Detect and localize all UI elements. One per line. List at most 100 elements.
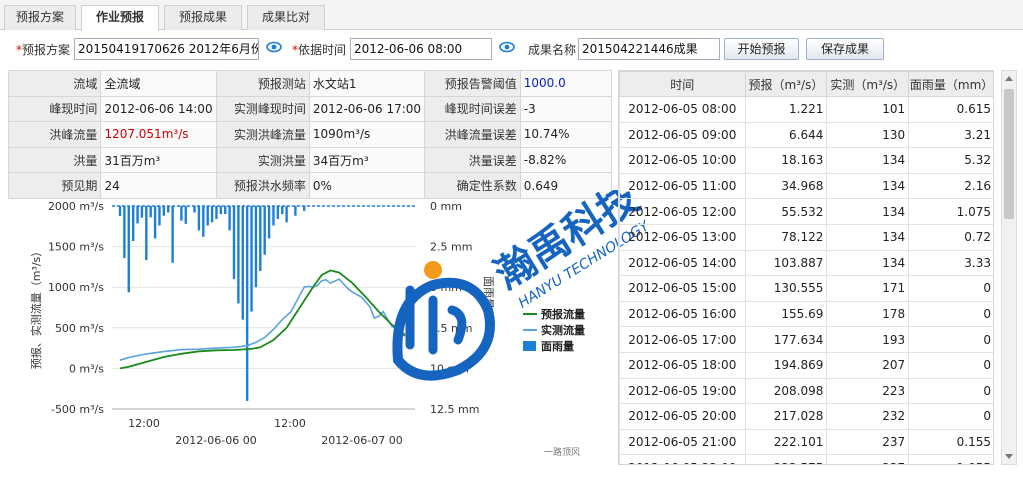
summary-value: 34百万m³ xyxy=(308,146,426,174)
rain-bar xyxy=(167,206,170,213)
summary-key: 洪量误差 xyxy=(424,146,521,174)
table-row[interactable]: 2012-06-05 21:00 222.101 237 0.155 xyxy=(619,428,993,456)
rain-bar xyxy=(210,206,214,223)
scroll-down-icon[interactable] xyxy=(1005,454,1013,459)
rain-bar xyxy=(245,206,249,401)
tab-forecast-scheme[interactable]: 预报方案 xyxy=(4,5,76,30)
table-cell: 55.532 xyxy=(744,198,828,225)
table-cell: 237 xyxy=(826,454,910,464)
table-cell: 2.16 xyxy=(908,172,993,200)
rain-bar xyxy=(232,206,236,280)
grid-header-cell[interactable]: 面雨量（mm） xyxy=(908,71,993,97)
table-cell: 134 xyxy=(826,172,910,200)
table-row[interactable]: 2012-06-05 20:00 217.028 232 0 xyxy=(619,403,993,430)
rain-bar xyxy=(276,206,280,219)
time-label: *依据时间 xyxy=(292,43,347,57)
table-cell: 2012-06-05 10:00 xyxy=(619,147,746,174)
summary-value: 2012-06-06 14:00 xyxy=(100,95,217,123)
save-result-button[interactable]: 保存成果 xyxy=(806,38,884,60)
table-cell: 2012-06-05 12:00 xyxy=(619,198,746,225)
table-row[interactable]: 2012-06-05 08:00 1.221 101 0.615 xyxy=(619,96,993,123)
summary-row: 流域 全流域 预报测站 水文站1 预报告警阈值 1000.0 xyxy=(7,70,613,97)
table-cell: 1.055 xyxy=(908,454,993,464)
table-cell: 101 xyxy=(826,96,910,123)
table-cell: 0.615 xyxy=(908,96,993,123)
table-cell: 6.644 xyxy=(744,121,828,149)
tab-result-comparison[interactable]: 成果比对 xyxy=(247,5,325,30)
scroll-thumb[interactable] xyxy=(1004,89,1014,219)
table-cell: 2012-06-05 18:00 xyxy=(619,351,746,379)
rain-bar xyxy=(241,206,244,320)
y-tick-label: 2000 m³/s xyxy=(48,200,104,213)
rain-bar xyxy=(224,206,227,215)
summary-value: 2012-06-06 17:00 xyxy=(308,95,426,123)
table-row[interactable]: 2012-06-05 14:00 103.887 134 3.33 xyxy=(619,249,993,277)
rain-bar xyxy=(285,206,288,223)
time-input[interactable]: 2012-06-06 08:00 xyxy=(350,38,492,60)
eye-icon[interactable] xyxy=(266,39,282,55)
eye-icon[interactable] xyxy=(499,39,515,55)
table-row[interactable]: 2012-06-05 17:00 177.634 193 0 xyxy=(619,326,993,353)
table-row[interactable]: 2012-06-05 16:00 155.69 178 0 xyxy=(619,300,993,328)
summary-key: 峰现时间 xyxy=(7,95,102,123)
table-row[interactable]: 2012-06-05 09:00 6.644 130 3.21 xyxy=(619,121,993,149)
tab-bar: 预报方案 作业预报 预报成果 成果比对 xyxy=(0,0,1023,31)
table-row[interactable]: 2012-06-05 11:00 34.968 134 2.16 xyxy=(619,172,993,200)
table-cell: 222.101 xyxy=(744,428,828,456)
table-cell: 0 xyxy=(908,275,993,302)
table-row[interactable]: 2012-06-05 22:00223.5752371.055 xyxy=(619,454,993,464)
scheme-select[interactable]: 20150419170626 2012年6月份洪 xyxy=(74,38,259,60)
forecast-data-grid[interactable]: 时间 预报（m³/s） 实测（m³/s） 面雨量（mm） 2012-06-05 08:… xyxy=(618,70,994,465)
summary-key: 流域 xyxy=(7,70,102,97)
grid-header-cell[interactable]: 时间 xyxy=(619,71,746,97)
result-name-input[interactable]: 201504221446成果 xyxy=(578,38,720,60)
rain-bar xyxy=(197,206,201,231)
rain-bar xyxy=(140,206,144,218)
scheme-label: *预报方案 xyxy=(16,43,71,57)
table-cell: 207 xyxy=(826,351,910,379)
tab-operational-forecast[interactable]: 作业预报 xyxy=(81,5,159,31)
summary-key: 预报测站 xyxy=(215,70,310,97)
summary-key: 实测峰现时间 xyxy=(215,95,310,123)
summary-key: 峰现时间误差 xyxy=(424,95,521,123)
table-cell: 0 xyxy=(908,326,993,353)
grid-header-cell[interactable]: 实测（m³/s） xyxy=(826,71,910,97)
grid-scrollbar[interactable] xyxy=(1001,70,1017,465)
tab-forecast-results[interactable]: 预报成果 xyxy=(164,5,242,30)
table-row[interactable]: 2012-06-05 13:00 78.122 134 0.72 xyxy=(619,223,993,251)
grid-header-cell[interactable]: 预报（m³/s） xyxy=(744,71,828,97)
table-cell: 1.221 xyxy=(744,96,828,123)
start-forecast-button[interactable]: 开始预报 xyxy=(724,38,799,60)
rain-bar xyxy=(171,206,174,263)
table-cell: 5.32 xyxy=(908,147,993,174)
table-cell: 134 xyxy=(826,198,910,225)
summary-value: -8.82% xyxy=(519,146,613,174)
table-cell: 0.72 xyxy=(908,223,993,251)
table-cell: 2012-06-05 19:00 xyxy=(619,377,746,405)
rain-bar xyxy=(184,206,187,224)
table-cell: 2012-06-05 21:00 xyxy=(619,428,746,456)
table-cell: 130 xyxy=(826,121,910,149)
y-tick-label: 1500 m³/s xyxy=(48,241,104,254)
table-row[interactable]: 2012-06-05 15:00 130.555 171 0 xyxy=(619,275,993,302)
table-cell: 130.555 xyxy=(744,275,828,302)
table-row[interactable]: 2012-06-05 18:00 194.869 207 0 xyxy=(619,351,993,379)
table-cell: 0.155 xyxy=(908,428,993,456)
y-tick-label: 0 m³/s xyxy=(69,362,104,375)
table-cell: 134 xyxy=(826,249,910,277)
table-row[interactable]: 2012-06-05 10:00 18.163 134 5.32 xyxy=(619,147,993,174)
scroll-up-icon[interactable] xyxy=(1005,76,1013,81)
table-cell: 0 xyxy=(908,377,993,405)
table-cell: 177.634 xyxy=(744,326,828,353)
summary-value: 31百万m³ xyxy=(100,146,217,174)
table-cell: 2012-06-05 11:00 xyxy=(619,172,746,200)
summary-value: 1207.051m³/s xyxy=(100,121,217,148)
table-cell: 194.869 xyxy=(744,351,828,379)
table-cell: 2012-06-05 14:00 xyxy=(619,249,746,277)
summary-value: -3 xyxy=(519,95,613,123)
chart-credit: 一路顶风 xyxy=(544,446,580,458)
table-row[interactable]: 2012-06-05 19:00 208.098 223 0 xyxy=(619,377,993,405)
rain-bar xyxy=(259,206,262,271)
table-row[interactable]: 2012-06-05 12:00 55.532 134 1.075 xyxy=(619,198,993,225)
summary-key: 洪量 xyxy=(7,146,102,174)
